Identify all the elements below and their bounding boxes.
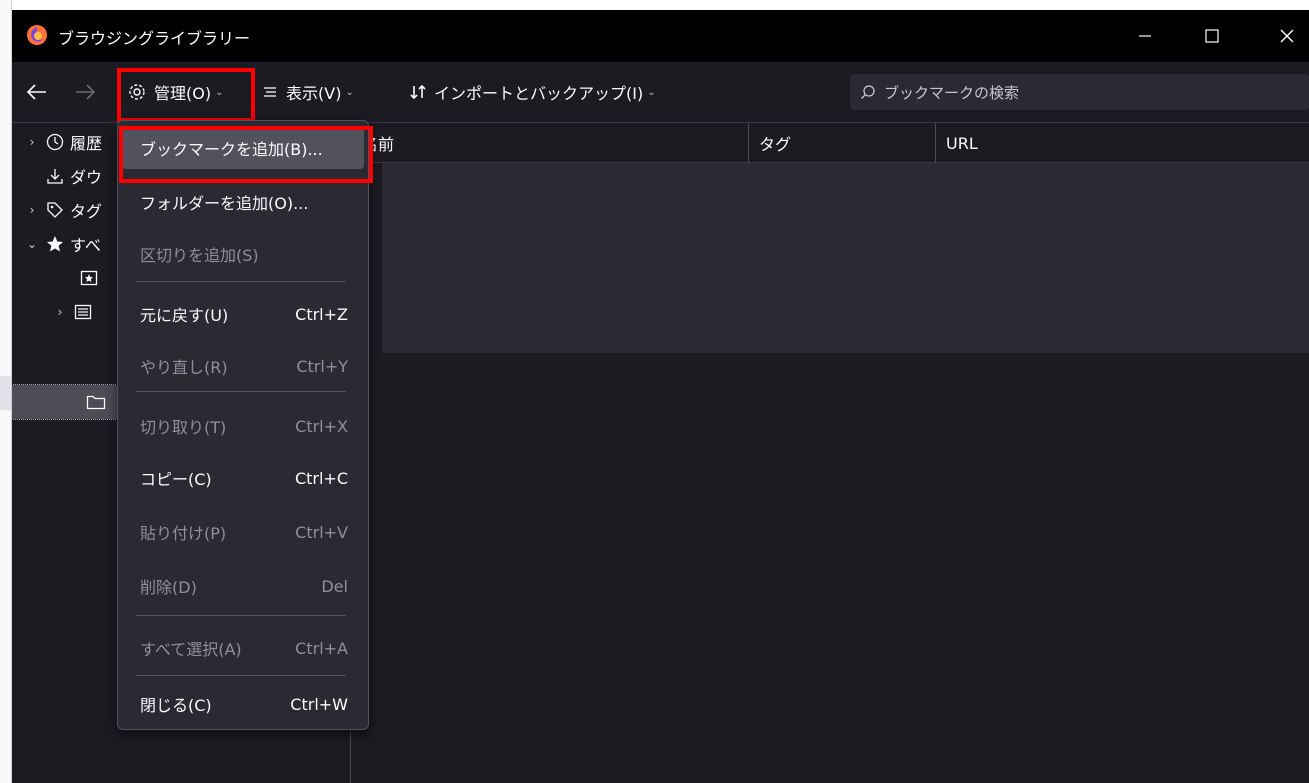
- column-header-name[interactable]: 名前: [352, 123, 749, 163]
- list-view-icon: [262, 85, 278, 99]
- menu-item-select-all[interactable]: すべて選択(A) Ctrl+A: [122, 627, 364, 669]
- manage-dropdown-menu: ブックマークを追加(B)... フォルダーを追加(O)... 区切りを追加(S)…: [117, 120, 369, 730]
- bookmark-search-input[interactable]: ブックマークの検索: [850, 74, 1309, 110]
- import-backup-label: インポートとバックアップ(I): [434, 84, 644, 103]
- firefox-logo-icon: [27, 25, 47, 45]
- bookmark-menu-icon: [74, 303, 92, 321]
- menu-item-cut[interactable]: 切り取り(T) Ctrl+X: [122, 405, 364, 447]
- tree-item-label: すべ: [70, 236, 101, 255]
- folder-icon: [86, 393, 106, 411]
- menu-item-delete[interactable]: 削除(D) Del: [122, 565, 364, 607]
- search-placeholder: ブックマークの検索: [884, 83, 1020, 102]
- tree-item-label: ダウ: [70, 168, 103, 187]
- back-button[interactable]: [26, 62, 50, 122]
- minimize-icon: [1139, 35, 1151, 37]
- clock-icon: [46, 133, 64, 151]
- maximize-button[interactable]: [1189, 10, 1235, 62]
- star-icon: [46, 235, 64, 253]
- toolbar: 管理(O) ⌄ 表示(V) ⌄ インポートとバックアップ(I) ⌄ ブックマーク…: [12, 62, 1309, 122]
- library-window: ブラウジングライブラリー 管理(O) ⌄ 表示(V) ⌄ インポートとバックアッ…: [12, 10, 1309, 783]
- add-bookmark-highlight-box: [119, 126, 373, 183]
- column-header-url[interactable]: URL: [936, 123, 1309, 163]
- view-label: 表示(V): [286, 84, 342, 103]
- maximize-icon: [1205, 29, 1219, 43]
- import-backup-menu-button[interactable]: インポートとバックアップ(I) ⌄: [410, 62, 656, 122]
- menu-separator: [136, 281, 346, 282]
- close-icon: [1280, 29, 1294, 43]
- background-selection: [0, 376, 11, 410]
- manage-highlight-box: [117, 68, 255, 122]
- menu-item-add-separator[interactable]: 区切りを追加(S): [122, 233, 364, 275]
- import-export-icon: [410, 84, 426, 100]
- bookmark-toolbar-icon: [80, 269, 98, 287]
- menu-separator: [136, 675, 346, 676]
- menu-separator: [136, 615, 346, 616]
- forward-button[interactable]: [74, 62, 98, 122]
- background-page-strip: [0, 0, 12, 783]
- expand-arrow-icon[interactable]: ›: [52, 305, 68, 319]
- view-menu-button[interactable]: 表示(V) ⌄: [262, 62, 354, 122]
- window-title: ブラウジングライブラリー: [58, 29, 251, 48]
- column-header-tag[interactable]: タグ: [749, 123, 936, 163]
- search-icon: [860, 84, 876, 100]
- forward-arrow-icon: [76, 84, 96, 100]
- menu-item-redo[interactable]: やり直し(R) Ctrl+Y: [122, 345, 364, 387]
- minimize-button[interactable]: [1122, 10, 1168, 62]
- bookmark-content-pane: 名前 タグ URL: [352, 123, 1309, 783]
- menu-item-add-folder[interactable]: フォルダーを追加(O)...: [122, 181, 364, 223]
- expand-arrow-icon[interactable]: ›: [24, 135, 40, 149]
- menu-separator: [136, 391, 346, 392]
- collapse-arrow-icon[interactable]: ⌄: [24, 237, 40, 251]
- menu-item-copy[interactable]: コピー(C) Ctrl+C: [122, 457, 364, 499]
- back-arrow-icon: [26, 84, 46, 100]
- tag-icon: [46, 201, 64, 219]
- title-bar: ブラウジングライブラリー: [12, 10, 1309, 62]
- tree-item-label: 履歴: [70, 134, 103, 153]
- chevron-down-icon: ⌄: [647, 86, 656, 98]
- column-header-row: 名前 タグ URL: [352, 123, 1309, 163]
- tree-item-label: タグ: [70, 202, 103, 221]
- menu-item-undo[interactable]: 元に戻す(U) Ctrl+Z: [122, 293, 364, 335]
- expand-arrow-icon[interactable]: ›: [24, 203, 40, 217]
- bookmark-list[interactable]: [382, 163, 1309, 353]
- close-button[interactable]: [1264, 10, 1309, 62]
- download-icon: [46, 167, 64, 185]
- chevron-down-icon: ⌄: [345, 86, 354, 98]
- menu-item-paste[interactable]: 貼り付け(P) Ctrl+V: [122, 511, 364, 553]
- menu-item-close[interactable]: 閉じる(C) Ctrl+W: [122, 683, 364, 725]
